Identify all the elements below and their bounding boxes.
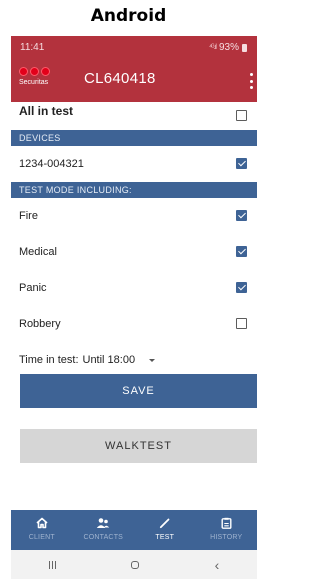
test-settings: All in test DEVICES 1234-004321 TEST MOD… [11, 102, 257, 378]
tab-history-label: HISTORY [210, 534, 243, 541]
recent-apps-icon[interactable] [48, 560, 56, 569]
fire-label: Fire [19, 210, 38, 222]
tab-test[interactable]: TEST [134, 510, 196, 550]
test-icon [159, 515, 171, 531]
time-in-test-select[interactable]: Until 18:00 [83, 354, 136, 366]
medical-checkbox[interactable] [236, 246, 247, 257]
status-indicators: ⁴ᴳ.ıl 93% [209, 42, 247, 53]
system-navigation-bar: ‹ [11, 550, 257, 579]
overflow-menu-icon[interactable] [247, 71, 255, 91]
test-mode-medical-row[interactable]: Medical [11, 234, 257, 270]
home-button-icon[interactable] [131, 560, 140, 569]
panic-checkbox[interactable] [236, 282, 247, 293]
device-checkbox[interactable] [236, 158, 247, 169]
status-time: 11:41 [20, 42, 45, 53]
time-in-test-label: Time in test: [19, 354, 79, 366]
test-mode-header: TEST MODE INCLUDING: [11, 182, 257, 198]
all-in-test-row[interactable]: All in test [11, 102, 257, 130]
home-icon [36, 515, 48, 531]
tab-contacts[interactable]: CONTACTS [73, 510, 135, 550]
battery-icon [242, 43, 247, 52]
signal-icon: ⁴ᴳ.ıl [209, 44, 217, 51]
time-in-test-row[interactable]: Time in test: Until 18:00 [11, 342, 257, 378]
battery-level: 93% [218, 42, 239, 53]
tab-client-label: CLIENT [28, 534, 55, 541]
test-mode-panic-row[interactable]: Panic [11, 270, 257, 306]
app-bar: Securitas CL640418 [11, 60, 257, 102]
walktest-button[interactable]: WALKTEST [20, 429, 257, 463]
tab-client[interactable]: CLIENT [11, 510, 73, 550]
tab-test-label: TEST [155, 534, 175, 541]
chevron-down-icon[interactable] [149, 358, 156, 362]
save-button[interactable]: SAVE [20, 374, 257, 408]
contacts-icon [96, 515, 110, 531]
tab-history[interactable]: HISTORY [196, 510, 258, 550]
logo-text: Securitas [19, 79, 49, 86]
caption-title: Android [90, 6, 167, 26]
fire-checkbox[interactable] [236, 210, 247, 221]
robbery-label: Robbery [19, 318, 61, 330]
device-row[interactable]: 1234-004321 [11, 146, 257, 182]
all-in-test-checkbox[interactable] [236, 110, 247, 121]
securitas-logo: Securitas [19, 67, 53, 95]
test-mode-robbery-row[interactable]: Robbery [11, 306, 257, 342]
devices-header: DEVICES [11, 130, 257, 146]
status-bar: 11:41 ⁴ᴳ.ıl 93% [11, 36, 257, 60]
all-in-test-label: All in test [19, 104, 74, 118]
phone-screen: 11:41 ⁴ᴳ.ıl 93% Securitas CL640418 All i… [11, 36, 257, 579]
robbery-checkbox[interactable] [236, 318, 247, 329]
test-mode-fire-row[interactable]: Fire [11, 198, 257, 234]
page-title: CL640418 [84, 70, 156, 87]
device-label: 1234-004321 [19, 158, 84, 170]
tab-contacts-label: CONTACTS [83, 534, 124, 541]
bottom-navigation: CLIENT CONTACTS TEST HISTORY [11, 510, 257, 550]
back-icon[interactable]: ‹ [215, 557, 220, 573]
history-icon [221, 515, 232, 531]
panic-label: Panic [19, 282, 47, 294]
medical-label: Medical [19, 246, 57, 258]
